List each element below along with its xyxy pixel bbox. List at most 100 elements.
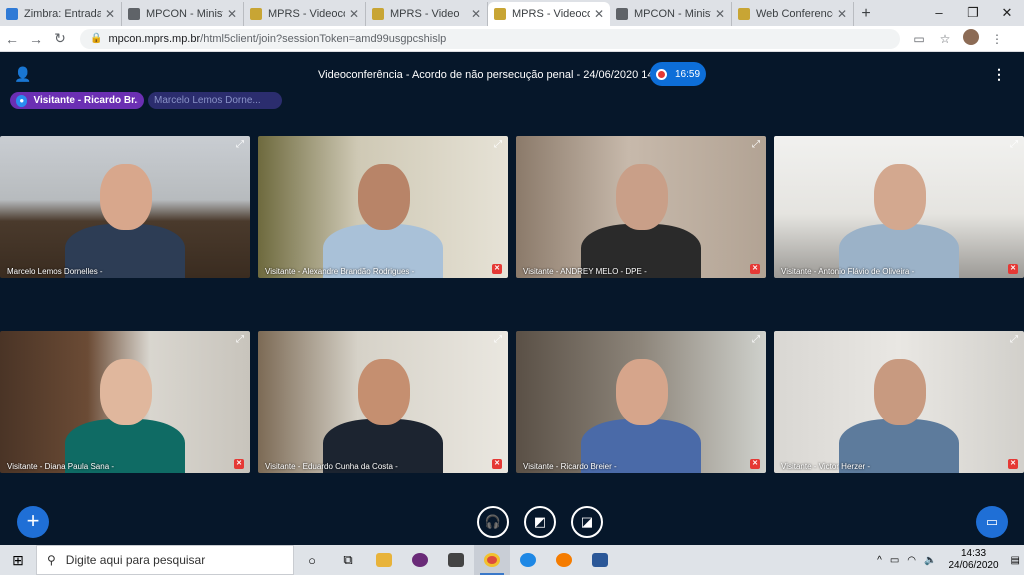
video-feed <box>0 136 250 278</box>
windows-taskbar: ⊞ ⚲ Digite aqui para pesquisar ○ ⧉ ^ ▭ ◠… <box>0 545 1024 575</box>
recording-time: 16:59 <box>675 68 701 80</box>
firefox-icon[interactable] <box>546 545 582 575</box>
conference-app: 👤 Videoconferência - Acordo de não perse… <box>0 52 1024 545</box>
video-feed <box>258 136 508 278</box>
url-field[interactable]: 🔒 mpcon.mprs.mp.br /html5client/join?ses… <box>80 28 900 49</box>
video-tile[interactable]: ⤢ Visitante - Ricardo Breier - ✕ <box>516 331 766 473</box>
notifications-icon[interactable]: ▤ <box>1011 555 1020 566</box>
video-tile[interactable]: ⤢ Visitante - Diana Paula Sana - ✕ <box>0 331 250 473</box>
participant-name: Visitante - Eduardo Cunha da Costa - <box>265 462 398 471</box>
reload-icon[interactable]: ↻ <box>48 30 72 47</box>
fullscreen-icon[interactable]: ⤢ <box>749 138 763 152</box>
tab-favicon-icon <box>6 8 18 20</box>
search-icon: ⚲ <box>47 553 56 567</box>
tab-title: MPCON - Ministé <box>146 8 223 20</box>
participant-name: Visitante - Diana Paula Sana - <box>7 462 115 471</box>
tab-title: MPRS - Videoconfe <box>512 8 590 20</box>
tab-title: Zimbra: Entrada <box>24 8 101 20</box>
tab-close-icon[interactable]: ✕ <box>715 7 725 21</box>
back-icon[interactable]: ← <box>0 31 24 47</box>
participant-name: Visitante - Antonio Flávio de Oliveira - <box>781 267 915 276</box>
participant-name: Visitante - Victor Herzer - <box>781 462 871 471</box>
task-view-icon[interactable]: ⧉ <box>330 545 366 575</box>
tab-favicon-icon <box>250 8 262 20</box>
muted-icon: ✕ <box>1008 459 1018 469</box>
browser-tab-strip: Zimbra: Entrada✕MPCON - Ministé✕MPRS - V… <box>0 0 1024 26</box>
audio-toggle-button[interactable]: 🎧 <box>477 506 509 538</box>
fullscreen-icon[interactable]: ⤢ <box>491 138 505 152</box>
wifi-icon[interactable]: ◠ <box>907 555 916 566</box>
forward-icon[interactable]: → <box>24 31 48 47</box>
options-menu-icon[interactable]: ⋮ <box>992 66 1006 83</box>
tab-favicon-icon <box>494 8 506 20</box>
windows-start-icon[interactable]: ⊞ <box>0 552 36 569</box>
browser-tab[interactable]: MPRS - Video ✕ <box>366 2 488 26</box>
maximize-icon[interactable]: ❐ <box>956 0 990 26</box>
edge-icon[interactable] <box>510 545 546 575</box>
new-tab-button[interactable]: + <box>854 2 878 26</box>
minimize-icon[interactable]: – <box>922 0 956 26</box>
volume-icon[interactable]: 🔈 <box>924 555 936 566</box>
address-bar: ← → ↻ 🔒 mpcon.mprs.mp.br /html5client/jo… <box>0 26 1024 52</box>
tab-close-icon[interactable]: ✕ <box>594 7 604 21</box>
system-tray: ^ ▭ ◠ 🔈 14:33 24/06/2020 ▤ <box>873 545 1024 575</box>
browser-tab[interactable]: MPCON - Ministé ✕ <box>122 2 244 26</box>
screenshare-button[interactable]: ◪ <box>571 506 603 538</box>
tab-close-icon[interactable]: ✕ <box>105 7 115 21</box>
recording-indicator[interactable]: 16:59 <box>650 62 706 86</box>
video-tile[interactable]: ⤢ Visitante - ANDREY MELO - DPE - ✕ <box>516 136 766 278</box>
idle-talker-pill[interactable]: Marcelo Lemos Dorne... <box>148 92 282 109</box>
fullscreen-icon[interactable]: ⤢ <box>749 333 763 347</box>
video-tile[interactable]: ⤢ Visitante - Victor Herzer - ✕ <box>774 331 1024 473</box>
fullscreen-icon[interactable]: ⤢ <box>233 333 247 347</box>
taskbar-search-placeholder: Digite aqui para pesquisar <box>65 553 206 567</box>
tab-close-icon[interactable]: ✕ <box>837 7 847 21</box>
tab-close-icon[interactable]: ✕ <box>227 7 237 21</box>
video-toggle-button[interactable]: ◩ <box>524 506 556 538</box>
fullscreen-icon[interactable]: ⤢ <box>491 333 505 347</box>
participant-face <box>616 359 668 425</box>
tab-close-icon[interactable]: ✕ <box>471 7 481 21</box>
tab-close-icon[interactable]: ✕ <box>349 7 359 21</box>
video-tile[interactable]: ⤢ Visitante - Eduardo Cunha da Costa - ✕ <box>258 331 508 473</box>
close-window-icon[interactable]: ✕ <box>990 0 1024 26</box>
browser-menu-icon[interactable]: ⋮ <box>984 32 1010 46</box>
chrome-icon[interactable] <box>474 545 510 575</box>
fullscreen-icon[interactable]: ⤢ <box>1007 333 1021 347</box>
word-document-icon[interactable] <box>582 545 618 575</box>
actions-plus-button[interactable]: + <box>17 506 49 538</box>
tab-favicon-icon <box>738 8 750 20</box>
file-explorer-icon[interactable] <box>366 545 402 575</box>
user-list-icon[interactable]: 👤 <box>14 66 31 83</box>
video-feed <box>0 331 250 473</box>
fullscreen-icon[interactable]: ⤢ <box>1007 138 1021 152</box>
video-tile[interactable]: ⤢ Marcelo Lemos Dornelles - <box>0 136 250 278</box>
browser-tab[interactable]: Web Conference S ✕ <box>732 2 854 26</box>
talking-indicators: ● Visitante - Ricardo Br... Marcelo Lemo… <box>10 92 282 109</box>
camera-blocked-icon[interactable]: ▭ <box>906 32 932 46</box>
cortana-icon[interactable]: ○ <box>294 545 330 575</box>
browser-tab[interactable]: MPRS - Videoconfe ✕ <box>488 2 610 26</box>
presentation-toggle-button[interactable]: ▭ <box>976 506 1008 538</box>
network-icon[interactable]: ▭ <box>890 555 899 566</box>
profile-avatar[interactable] <box>958 29 984 48</box>
tray-chevron-icon[interactable]: ^ <box>877 555 882 566</box>
browser-tab[interactable]: MPCON - Ministé ✕ <box>610 2 732 26</box>
video-tile[interactable]: ⤢ Visitante - Antonio Flávio de Oliveira … <box>774 136 1024 278</box>
video-feed <box>516 331 766 473</box>
participant-face <box>874 164 926 230</box>
video-tile[interactable]: ⤢ Visitante - Alexandre Brandão Rodrigues… <box>258 136 508 278</box>
calculator-icon[interactable] <box>438 545 474 575</box>
system-clock[interactable]: 14:33 24/06/2020 <box>948 548 998 572</box>
browser-tab[interactable]: MPRS - Videoconf ✕ <box>244 2 366 26</box>
tab-favicon-icon <box>372 8 384 20</box>
idle-talker-label: Marcelo Lemos Dorne... <box>154 95 261 106</box>
tab-title: MPRS - Video <box>390 8 460 20</box>
bookmark-star-icon[interactable]: ☆ <box>932 32 958 46</box>
browser-tab[interactable]: Zimbra: Entrada ✕ <box>0 2 122 26</box>
record-dot-icon <box>656 68 667 80</box>
talking-pill[interactable]: ● Visitante - Ricardo Br... <box>10 92 144 109</box>
fullscreen-icon[interactable]: ⤢ <box>233 138 247 152</box>
taskbar-search-box[interactable]: ⚲ Digite aqui para pesquisar <box>36 545 294 575</box>
app-icon-purple[interactable] <box>402 545 438 575</box>
